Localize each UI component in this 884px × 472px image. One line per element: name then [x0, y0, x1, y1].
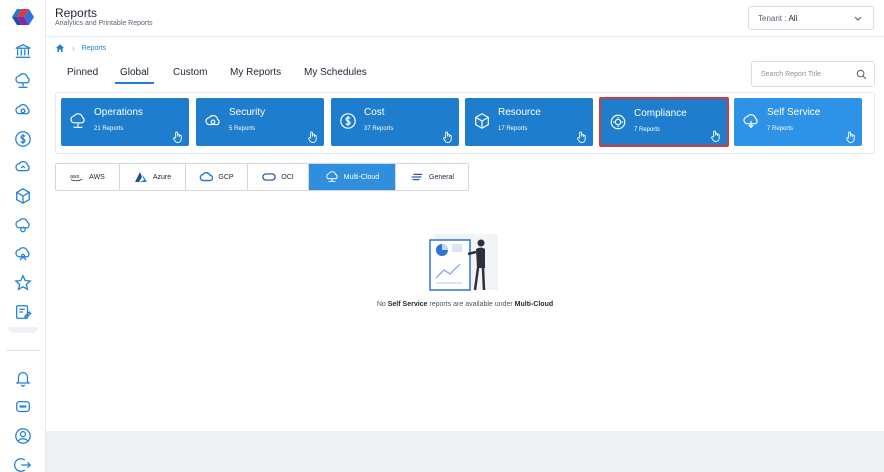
empty-middle: reports are available under: [429, 301, 513, 308]
category-name: Compliance: [634, 108, 687, 119]
search-input[interactable]: Search Report Title: [751, 61, 875, 87]
cloud-tab-label: AWS: [89, 173, 105, 181]
star-icon[interactable]: [13, 273, 33, 293]
svg-text:aws: aws: [70, 174, 80, 180]
hand-pointer-icon: [577, 131, 586, 143]
compliance-gear-icon: [610, 114, 626, 130]
gcp-icon: [200, 172, 214, 182]
logout-icon[interactable]: [13, 455, 33, 472]
search-icon: [856, 69, 867, 80]
cloud-tab-label: OCI: [281, 173, 294, 181]
bank-icon[interactable]: [13, 41, 33, 61]
empty-prefix: No: [376, 301, 386, 308]
general-icon: [411, 173, 423, 181]
category-card-operations[interactable]: Operations 21 Reports: [61, 98, 189, 146]
footer-band: [46, 431, 884, 472]
aws-icon: aws: [70, 174, 83, 182]
breadcrumb-item-reports[interactable]: Reports: [82, 45, 107, 52]
sidebar-divider: [6, 350, 40, 351]
hand-pointer-icon: [308, 131, 317, 143]
category-count: 17 Reports: [498, 126, 528, 132]
cloud-tab-label: GCP: [218, 173, 234, 181]
tenant-value: All: [788, 13, 798, 23]
hand-pointer-icon: [443, 131, 452, 143]
dollar-circle-icon: [340, 113, 356, 129]
bell-icon[interactable]: [13, 368, 33, 388]
category-count: 7 Reports: [767, 126, 794, 132]
chevron-down-icon: [854, 16, 862, 21]
cloud-tab-aws[interactable]: aws AWS: [56, 164, 120, 190]
cloud-shield-icon: [205, 115, 220, 126]
home-icon[interactable]: [55, 43, 65, 53]
chat-icon[interactable]: [13, 397, 33, 417]
breadcrumb-separator: ›: [72, 43, 75, 53]
breadcrumb: › Reports: [55, 43, 106, 53]
cloud-settings-icon[interactable]: [13, 100, 33, 120]
category-count: 5 Reports: [229, 126, 256, 132]
page-title: Reports: [55, 6, 98, 20]
category-count: 37 Reports: [364, 126, 394, 132]
tab-global[interactable]: Global: [115, 67, 154, 84]
sidebar-active-indicator: [8, 327, 38, 333]
sidebar: [0, 0, 46, 472]
empty-state-illustration: [429, 234, 498, 291]
cloud-provider-tabs: aws AWS Azure GCP OCI Multi-Cloud Genera…: [55, 163, 469, 191]
azure-icon: [134, 172, 147, 182]
tenant-select[interactable]: Tenant : All: [748, 6, 874, 30]
category-card-resource[interactable]: Resource 17 Reports: [465, 98, 593, 146]
cloud-tab-multi-cloud[interactable]: Multi-Cloud: [309, 164, 396, 190]
search-placeholder: Search Report Title: [761, 70, 821, 78]
cloud-service-icon: [743, 114, 758, 129]
dollar-icon[interactable]: [13, 129, 33, 149]
tenant-label: Tenant :: [758, 13, 787, 23]
cloud-tab-label: Azure: [152, 173, 172, 181]
cloud-tab-gcp[interactable]: GCP: [186, 164, 248, 190]
tab-my-reports[interactable]: My Reports: [230, 67, 281, 78]
category-card-self-service[interactable]: Self Service 7 Reports: [734, 98, 862, 146]
cube-icon: [475, 113, 489, 129]
cloud-user-icon[interactable]: [13, 244, 33, 264]
cloud-tab-label: Multi-Cloud: [343, 173, 380, 181]
empty-state-message: No Self Service reports are available un…: [0, 301, 884, 308]
category-name: Self Service: [767, 107, 821, 118]
category-name: Resource: [498, 107, 541, 118]
category-card-compliance[interactable]: Compliance 7 Reports: [599, 97, 729, 147]
hand-pointer-icon: [711, 130, 720, 142]
hand-pointer-icon: [173, 131, 182, 143]
tab-custom[interactable]: Custom: [173, 67, 207, 78]
empty-category: Self Service: [387, 301, 428, 308]
page-subtitle: Analytics and Printable Reports: [55, 20, 153, 27]
tab-my-schedules[interactable]: My Schedules: [304, 67, 367, 78]
category-name: Operations: [94, 107, 143, 118]
user-profile-icon[interactable]: [13, 426, 33, 446]
category-count: 21 Reports: [94, 126, 124, 132]
cloud-upload-icon[interactable]: [13, 157, 33, 177]
tab-pinned[interactable]: Pinned: [67, 67, 98, 78]
cloud-tab-label: General: [429, 173, 454, 181]
cloud-tab-general[interactable]: General: [396, 164, 468, 190]
category-count: 7 Reports: [634, 127, 661, 133]
category-card-security[interactable]: Security 5 Reports: [196, 98, 324, 146]
category-card-cost[interactable]: Cost 37 Reports: [331, 98, 459, 146]
cube-icon[interactable]: [13, 186, 33, 206]
multi-cloud-icon: [326, 171, 338, 182]
hand-pointer-icon: [846, 131, 855, 143]
empty-cloud: Multi-Cloud: [514, 301, 554, 308]
oci-icon: [262, 173, 277, 181]
cloud-gear-icon[interactable]: [13, 215, 33, 235]
cloud-network-icon[interactable]: [13, 71, 33, 91]
category-name: Security: [229, 107, 266, 118]
app-logo[interactable]: [10, 8, 36, 26]
cloud-tab-azure[interactable]: Azure: [120, 164, 186, 190]
cloud-tab-oci[interactable]: OCI: [248, 164, 309, 190]
page-header: Reports Analytics and Printable Reports …: [46, 0, 884, 37]
category-name: Cost: [364, 107, 385, 118]
cloud-gear-icon: [70, 113, 85, 128]
